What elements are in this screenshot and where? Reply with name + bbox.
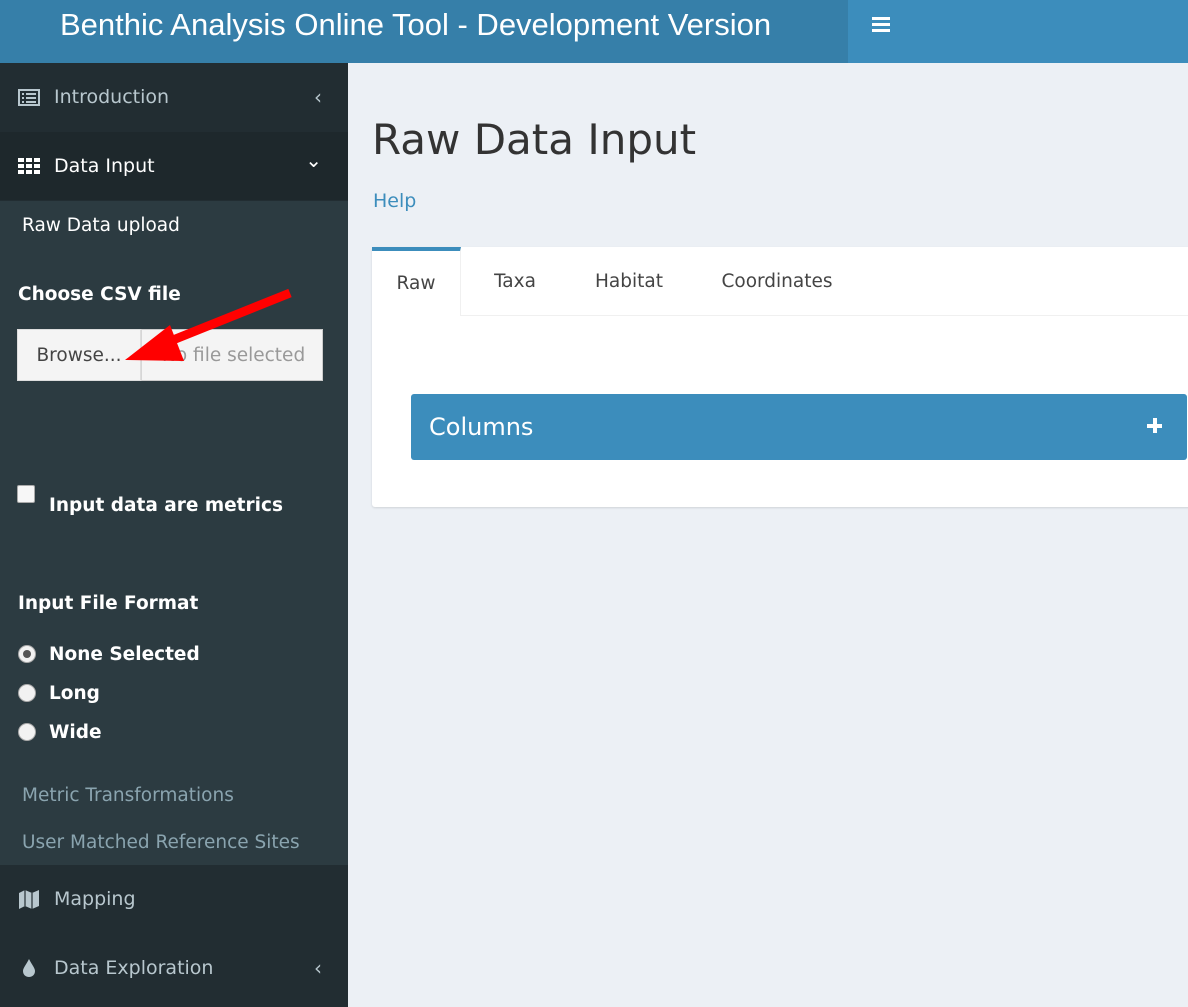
chevron-left-icon: ‹ bbox=[314, 85, 322, 109]
metrics-checkbox[interactable] bbox=[17, 485, 35, 503]
tab-habitat[interactable]: Habitat bbox=[582, 247, 676, 315]
map-icon bbox=[18, 889, 40, 909]
metrics-checkbox-label: Input data are metrics bbox=[49, 495, 283, 516]
radio-wide[interactable] bbox=[18, 723, 36, 741]
radio-none-selected-label: None Selected bbox=[49, 644, 200, 665]
metric-transformations-link[interactable]: Metric Transformations bbox=[22, 785, 234, 806]
user-matched-reference-sites-link[interactable]: User Matched Reference Sites bbox=[22, 832, 300, 853]
sidebar-item-data-input[interactable]: Data Input ⌄ bbox=[0, 132, 348, 200]
sidebar-item-label: Data Exploration bbox=[54, 957, 214, 979]
input-format-label: Input File Format bbox=[18, 593, 199, 614]
browse-button[interactable]: Browse... bbox=[17, 329, 141, 381]
help-link[interactable]: Help bbox=[373, 190, 416, 212]
chevron-left-icon: ‹ bbox=[314, 956, 322, 980]
sidebar-item-mapping[interactable]: Mapping bbox=[0, 865, 348, 933]
sidebar-item-label: Mapping bbox=[54, 888, 136, 910]
chevron-down-icon: ⌄ bbox=[305, 148, 322, 172]
sidebar-item-introduction[interactable]: Introduction ‹ bbox=[0, 63, 348, 131]
table-icon bbox=[18, 156, 40, 176]
content-area: Raw Data Input Help Raw Taxa Habitat Coo… bbox=[348, 63, 1188, 1007]
droplet-icon bbox=[18, 958, 40, 978]
sidebar-item-data-exploration[interactable]: Data Exploration ‹ bbox=[0, 934, 348, 1002]
raw-data-upload-link[interactable]: Raw Data upload bbox=[22, 215, 180, 236]
sidebar-item-label: Introduction bbox=[54, 86, 170, 108]
tab-coordinates[interactable]: Coordinates bbox=[710, 247, 844, 315]
radio-long-label: Long bbox=[49, 683, 100, 704]
tab-bar: Raw Taxa Habitat Coordinates bbox=[372, 247, 1188, 316]
sidebar: Introduction ‹ Data Input ⌄ Raw Data upl… bbox=[0, 63, 348, 1007]
columns-collapsible-box[interactable]: Columns bbox=[411, 394, 1187, 460]
radio-wide-label: Wide bbox=[49, 722, 102, 743]
file-name-field[interactable]: No file selected bbox=[141, 329, 323, 381]
data-input-submenu: Raw Data upload Choose CSV file Browse..… bbox=[0, 201, 348, 865]
tab-raw[interactable]: Raw bbox=[372, 247, 461, 316]
radio-long[interactable] bbox=[18, 684, 36, 702]
csv-file-label: Choose CSV file bbox=[18, 284, 181, 305]
app-title: Benthic Analysis Online Tool - Developme… bbox=[0, 0, 848, 63]
radio-none-selected[interactable] bbox=[18, 645, 36, 663]
page-title: Raw Data Input bbox=[372, 115, 697, 164]
columns-box-title: Columns bbox=[429, 413, 534, 441]
tab-box: Raw Taxa Habitat Coordinates Columns bbox=[372, 247, 1188, 507]
sidebar-item-label: Data Input bbox=[54, 155, 155, 177]
list-icon bbox=[18, 87, 40, 107]
file-input: Browse... No file selected bbox=[17, 329, 323, 381]
main-header: Benthic Analysis Online Tool - Developme… bbox=[0, 0, 1188, 63]
tab-taxa[interactable]: Taxa bbox=[480, 247, 550, 315]
plus-icon[interactable] bbox=[1145, 416, 1165, 436]
hamburger-icon[interactable] bbox=[868, 14, 894, 36]
